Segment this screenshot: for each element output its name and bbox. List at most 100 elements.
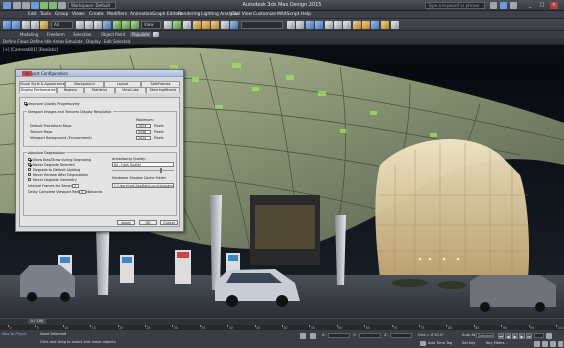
selection-lock-icon[interactable] — [300, 333, 306, 339]
material-editor-icon[interactable] — [353, 21, 361, 29]
current-frame-field[interactable] — [534, 333, 544, 338]
key-filters-button[interactable]: Key Filters... — [486, 341, 508, 345]
tab-display-performance[interactable]: Display Performance — [19, 87, 57, 93]
menu-rendering[interactable]: Rendering — [178, 12, 200, 17]
named-selection-sets-dropdown[interactable] — [241, 21, 283, 29]
never-degrade-selected-checkbox[interactable] — [28, 163, 31, 166]
panel-simulate[interactable]: Simulate — [65, 39, 83, 44]
degrade-default-lighting-checkbox[interactable] — [28, 168, 31, 171]
set-key-button[interactable]: Set Key — [462, 341, 476, 345]
quality-slider-knob[interactable] — [160, 168, 162, 173]
select-manipulate-icon[interactable] — [173, 21, 181, 29]
graphite-toolbox-icon[interactable] — [325, 21, 333, 29]
tab-modeling[interactable]: Modeling — [20, 32, 38, 37]
play-icon[interactable]: ▶ — [512, 333, 518, 339]
time-slider-readout[interactable]: 0 / 100 — [28, 319, 46, 324]
menu-help[interactable]: Help — [301, 12, 311, 17]
rendered-frame-window-icon[interactable] — [371, 21, 379, 29]
maximize-viewport-icon[interactable] — [558, 341, 563, 347]
menu-group[interactable]: Group — [55, 12, 68, 17]
interval-spinner[interactable]: 2 — [72, 183, 79, 188]
percent-snap-icon[interactable] — [211, 21, 219, 29]
search-input[interactable]: Type a keyword or phrase — [425, 2, 485, 9]
y-coordinate-field[interactable] — [359, 333, 381, 338]
viewport-label[interactable]: [+] [Camera001] [Realistic] — [3, 47, 58, 52]
time-tag-icon[interactable] — [420, 341, 426, 346]
close-button[interactable]: × — [550, 2, 558, 9]
angle-snap-icon[interactable] — [202, 21, 210, 29]
search-icon[interactable] — [490, 2, 497, 9]
layer-explorer-icon[interactable] — [315, 21, 323, 29]
time-configuration-icon[interactable] — [546, 333, 552, 339]
tab-viewcube[interactable]: ViewCube — [115, 87, 146, 93]
go-to-end-icon[interactable]: ⏭ — [526, 333, 532, 339]
ok-button[interactable]: OK — [139, 220, 157, 225]
select-and-rotate-icon[interactable] — [122, 21, 130, 29]
select-and-move-icon[interactable] — [113, 21, 121, 29]
ribbon-options-icon[interactable] — [153, 32, 159, 37]
menu-modifiers[interactable]: Modifiers — [107, 12, 127, 17]
reference-coordinate-dropdown[interactable]: View — [141, 21, 161, 29]
absolute-mode-icon[interactable] — [310, 333, 316, 339]
procedural-maps-spinner[interactable]: 1024 — [136, 123, 151, 128]
unlink-icon[interactable] — [31, 21, 39, 29]
link-icon[interactable] — [22, 21, 30, 29]
never-redraw-checkbox[interactable] — [28, 173, 31, 176]
subscription-icon[interactable] — [500, 2, 507, 9]
go-to-start-icon[interactable]: ⏮ — [498, 333, 504, 339]
undo-tool-icon[interactable] — [3, 21, 11, 29]
pan-view-icon[interactable] — [542, 341, 548, 347]
selection-filter-dropdown[interactable]: All — [51, 21, 73, 29]
x-coordinate-field[interactable] — [328, 333, 350, 338]
panel-edit-selected[interactable]: Edit Selected — [104, 39, 130, 44]
window-crossing-icon[interactable] — [103, 21, 111, 29]
minimize-button[interactable]: _ — [526, 2, 534, 9]
tab-regions[interactable]: Regions — [57, 87, 84, 93]
menu-customize[interactable]: Customize — [253, 12, 276, 17]
keyboard-shortcut-icon[interactable] — [183, 21, 191, 29]
redo-tool-icon[interactable] — [12, 21, 20, 29]
select-object-icon[interactable] — [76, 21, 84, 29]
scene-explorer-icon[interactable] — [306, 21, 314, 29]
help-icon[interactable] — [510, 2, 517, 9]
viewport-background-spinner[interactable]: 1024 — [136, 135, 151, 140]
maxscript-listener-label[interactable]: Max to Physic — [2, 332, 27, 336]
tab-object-paint[interactable]: Object Paint — [101, 32, 125, 37]
region-selection-icon[interactable] — [94, 21, 102, 29]
menu-views[interactable]: Views — [72, 12, 85, 17]
align-icon[interactable] — [296, 21, 304, 29]
z-coordinate-field[interactable] — [390, 333, 412, 338]
edit-named-selection-icon[interactable] — [230, 21, 238, 29]
dialog-title-bar[interactable]: Viewport Configuration × — [16, 70, 183, 77]
tab-statistics[interactable]: Statistics — [84, 87, 115, 93]
menu-maxscript[interactable]: MAXScript — [277, 12, 300, 17]
antialiasing-dropdown[interactable]: 8X - High Quality — [112, 161, 174, 167]
panel-define-flows[interactable]: Define Flows — [3, 39, 29, 44]
zoom-extents-icon[interactable] — [534, 341, 540, 347]
previous-frame-icon[interactable]: ◀ — [505, 333, 511, 339]
tab-freeform[interactable]: Freeform — [47, 32, 65, 37]
menu-create[interactable]: Create — [89, 12, 104, 17]
add-time-tag[interactable]: Add Time Tag — [428, 341, 452, 345]
tab-populate[interactable]: Populate — [130, 32, 152, 37]
select-and-scale-icon[interactable] — [131, 21, 139, 29]
key-mode-dropdown[interactable]: Selected — [476, 333, 494, 338]
mirror-icon[interactable] — [287, 21, 295, 29]
orbit-icon[interactable] — [550, 341, 556, 347]
menu-tools[interactable]: Tools — [40, 12, 51, 17]
bind-space-warp-icon[interactable] — [40, 21, 48, 29]
panel-display[interactable]: Display — [86, 39, 101, 44]
select-by-name-icon[interactable] — [85, 21, 93, 29]
texture-maps-spinner[interactable]: 2048 — [136, 129, 151, 134]
render-setup-icon[interactable] — [362, 21, 370, 29]
cancel-button[interactable]: Cancel — [160, 220, 178, 225]
show-bias-checkbox[interactable] — [28, 158, 31, 161]
next-frame-icon[interactable]: ▶ — [519, 333, 525, 339]
redraw-delay-spinner[interactable]: 0 — [79, 189, 86, 194]
time-slider-bar[interactable]: 0 / 100 0 5 10 15 20 25 30 35 40 45 50 55 60 65 70 75 80… — [0, 318, 564, 330]
maximize-button[interactable]: □ — [538, 2, 546, 9]
spinner-snap-icon[interactable] — [221, 21, 229, 29]
menu-animation[interactable]: Animation — [130, 12, 152, 17]
schematic-view-icon[interactable] — [343, 21, 351, 29]
tab-selection[interactable]: Selection — [73, 32, 91, 37]
